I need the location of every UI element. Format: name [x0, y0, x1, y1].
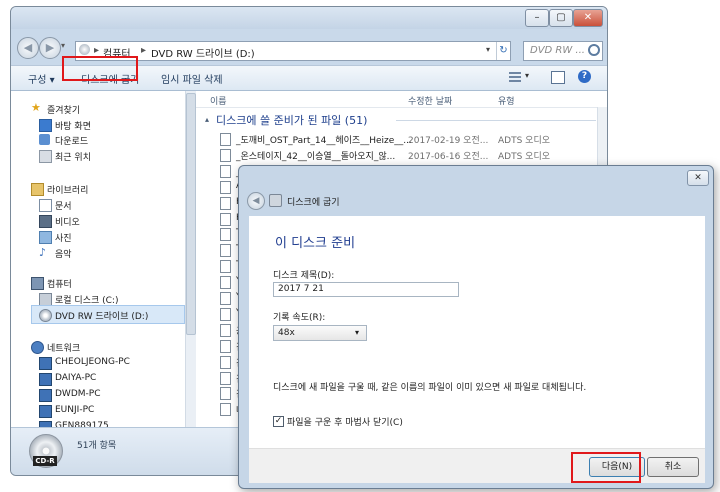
- star-icon: ★: [31, 101, 41, 114]
- file-type: ADTS 오디오: [498, 136, 550, 146]
- help-icon[interactable]: ?: [578, 70, 591, 83]
- audio-file-icon: [220, 148, 231, 162]
- audio-file-icon: [220, 244, 231, 258]
- network-pc-icon: [39, 389, 52, 402]
- dialog-back-button[interactable]: ◀: [247, 192, 265, 210]
- speed-label: 기록 속도(R):: [273, 313, 326, 323]
- file-date: 2017-02-19 오전...: [408, 136, 489, 146]
- breadcrumb-separator: ▸: [94, 45, 100, 56]
- file-date: 2017-06-16 오전...: [408, 151, 489, 162]
- network-pc-icon: [39, 373, 52, 386]
- nav-scrollbar-thumb[interactable]: [186, 93, 196, 335]
- network-icon: [31, 341, 44, 354]
- audio-file-icon: [220, 133, 231, 146]
- view-dropdown-icon[interactable]: ▾: [525, 71, 529, 80]
- audio-file-icon: [220, 323, 231, 337]
- disc-title-value: 2017 7 21: [278, 284, 324, 294]
- dialog-close-button[interactable]: ✕: [687, 170, 709, 186]
- search-box[interactable]: DVD RW ...: [523, 41, 603, 61]
- disc-drive-icon: [269, 194, 282, 207]
- forward-button[interactable]: ▶: [39, 37, 61, 59]
- breadcrumb-separator: ▸: [141, 45, 147, 56]
- audio-file-icon: [220, 212, 231, 226]
- delete-temp-files-button[interactable]: 임시 파일 삭제: [161, 71, 223, 86]
- audio-file-icon: [220, 164, 231, 178]
- navigation-pane: ★ 즐겨찾기 바탕 화면 다운로드 최근 위치 라이브러리 문서 비디오 사진 …: [11, 91, 186, 434]
- network-pc-icon: [39, 405, 52, 418]
- dialog-title: 디스크에 굽기: [287, 198, 340, 208]
- maximize-button[interactable]: ▢: [549, 9, 573, 27]
- audio-file-icon: [220, 292, 231, 305]
- file-row[interactable]: _온스테이지_42__이승열__돌아오지_않... 2017-06-16 오전..…: [196, 147, 596, 162]
- desktop-icon: [39, 119, 52, 132]
- audio-file-icon: [220, 355, 231, 369]
- organize-button[interactable]: 구성 ▾: [28, 71, 55, 86]
- file-name: _도깨비_OST_Part_14__헤이즈__Heize__...: [236, 136, 412, 146]
- close-button[interactable]: ✕: [573, 9, 603, 27]
- disc-title-label: 디스크 제목(D):: [273, 271, 335, 281]
- library-icon: [31, 183, 44, 196]
- burn-button-highlight: [62, 56, 138, 81]
- file-type: ADTS 오디오: [498, 151, 550, 162]
- recent-places-icon: [39, 150, 52, 163]
- back-button[interactable]: ◀: [17, 37, 39, 59]
- burn-disc-dialog: ✕ ◀ 디스크에 굽기 이 디스크 준비 디스크 제목(D): 2017 7 2…: [238, 165, 714, 489]
- downloads-icon: [39, 134, 50, 145]
- address-bar[interactable]: ▸ 컴퓨터 ▸ DVD RW 드라이브 (D:) ▾ ↻: [75, 41, 511, 61]
- file-name: _온스테이지_42__이승열__돌아오지_않...: [236, 151, 396, 162]
- audio-file-icon: [220, 371, 231, 385]
- breadcrumb-dvd-drive[interactable]: DVD RW 드라이브 (D:): [151, 45, 255, 60]
- dialog-heading: 이 디스크 준비: [275, 236, 356, 251]
- minimize-button[interactable]: –: [525, 9, 549, 27]
- refresh-icon[interactable]: ↻: [496, 42, 510, 60]
- audio-file-icon: [220, 339, 231, 353]
- search-input[interactable]: DVD RW ...: [530, 45, 585, 56]
- audio-file-icon: [220, 307, 231, 321]
- item-count: 51개 항목: [77, 441, 117, 451]
- audio-file-icon: [220, 403, 231, 417]
- pictures-icon: [39, 231, 52, 244]
- videos-icon: [39, 215, 52, 228]
- next-button-highlight: [571, 452, 641, 483]
- speed-select[interactable]: 48x ▾: [273, 325, 367, 341]
- audio-file-icon: [220, 276, 231, 290]
- audio-file-icon: [220, 196, 231, 210]
- search-icon[interactable]: [588, 44, 600, 56]
- disc-label: CD-R: [33, 456, 57, 466]
- music-icon: ♪: [39, 246, 47, 259]
- audio-file-icon: [220, 180, 231, 194]
- close-wizard-checkbox[interactable]: ✓: [273, 416, 284, 427]
- checkmark-icon: ✓: [274, 416, 283, 426]
- dialog-content: 이 디스크 준비 디스크 제목(D): 2017 7 21 기록 속도(R): …: [249, 216, 705, 448]
- file-row[interactable]: _도깨비_OST_Part_14__헤이즈__Heize__... 2017-02…: [196, 131, 596, 146]
- preview-pane-icon[interactable]: [551, 71, 565, 84]
- audio-file-icon: [220, 228, 231, 242]
- audio-file-icon: [220, 260, 231, 274]
- speed-value: 48x: [278, 328, 295, 338]
- dvd-drive-icon: [39, 309, 52, 322]
- documents-icon: [39, 199, 52, 212]
- audio-file-icon: [220, 387, 231, 401]
- view-options-icon[interactable]: [509, 72, 521, 82]
- overwrite-note: 디스크에 새 파일을 구울 때, 같은 이름의 파일이 이미 있으면 새 파일로…: [273, 383, 587, 393]
- close-wizard-label[interactable]: 파일을 구운 후 마법사 닫기(C): [287, 415, 403, 428]
- network-pc-icon: [39, 357, 52, 370]
- recent-pages-icon[interactable]: ▾: [61, 41, 65, 50]
- explorer-titlebar: – ▢ ✕: [11, 7, 607, 29]
- address-dropdown-icon[interactable]: ▾: [486, 45, 490, 54]
- disc-title-field[interactable]: 2017 7 21: [273, 282, 459, 297]
- cancel-button[interactable]: 취소: [647, 457, 699, 477]
- computer-icon: [79, 44, 90, 55]
- computer-icon: [31, 277, 44, 290]
- chevron-down-icon: ▾: [355, 328, 360, 337]
